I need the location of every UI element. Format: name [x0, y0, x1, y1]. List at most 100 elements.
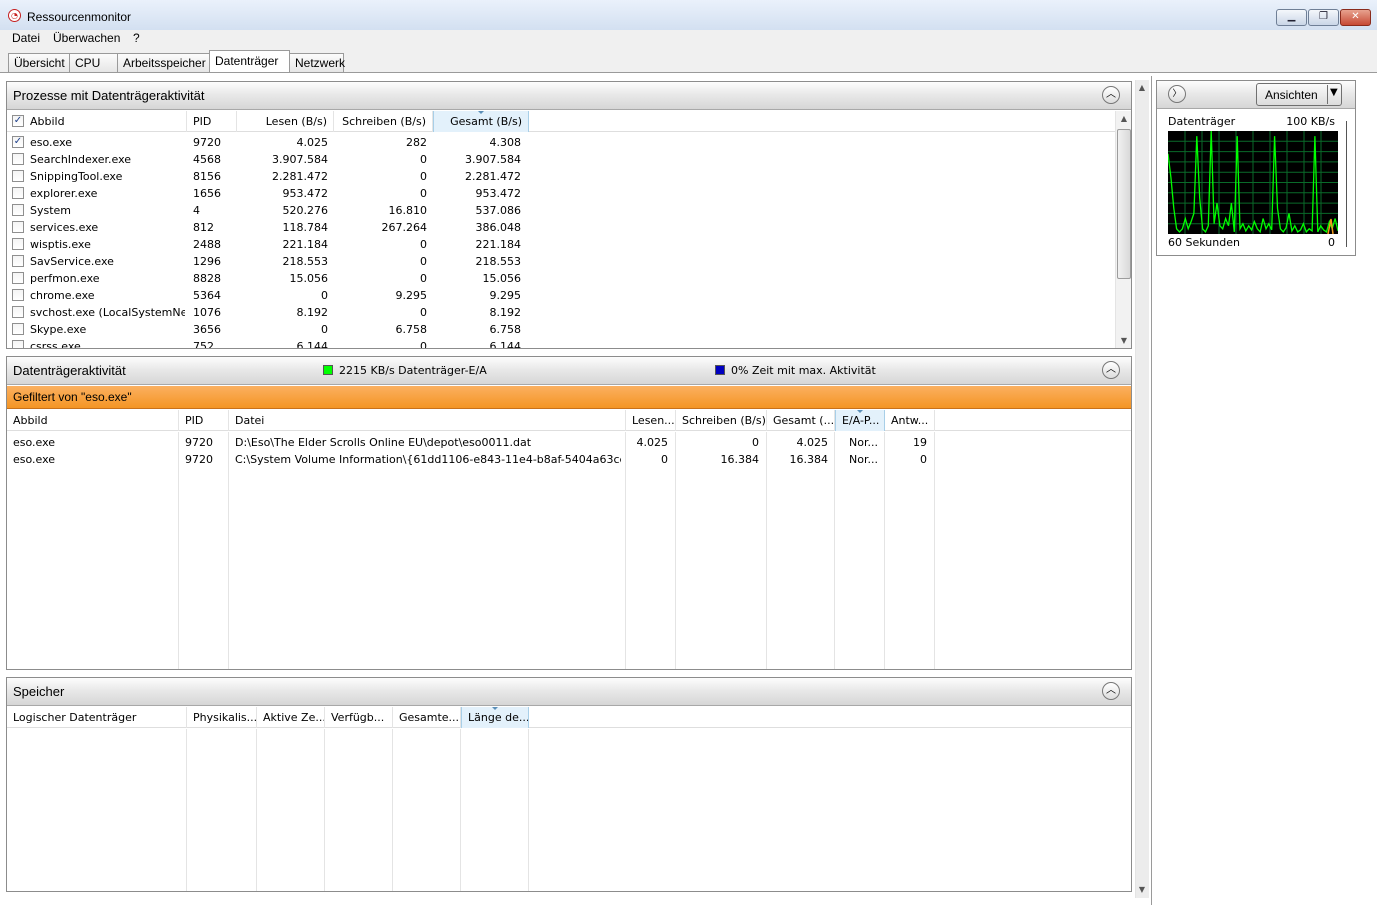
tab-network[interactable]: Netzwerk — [289, 53, 345, 72]
storage-panel: Speicher ︿ Logischer Datenträger Physika… — [6, 677, 1132, 892]
row-checkbox[interactable] — [12, 204, 24, 216]
table-row[interactable]: perfmon.exe 8828 15.056 0 15.056 — [7, 270, 1115, 287]
table-row[interactable]: svchost.exe (LocalSystemNet... 1076 8.192 0… — [7, 304, 1115, 321]
filter-bar[interactable]: Gefiltert von "eso.exe" — [7, 386, 1131, 409]
table-row[interactable]: csrss.exe 752 6.144 0 6.144 — [7, 338, 1115, 348]
table-row[interactable]: chrome.exe 5364 0 9.295 9.295 — [7, 287, 1115, 304]
col-pid[interactable]: PID — [179, 410, 229, 431]
row-checkbox[interactable] — [12, 340, 24, 348]
row-read: 0 — [321, 323, 328, 336]
col-total[interactable]: Gesamt (... — [767, 410, 835, 431]
menu-help[interactable]: ? — [133, 31, 140, 45]
row-read: 4.025 — [296, 136, 329, 149]
row-pid: 5364 — [193, 289, 221, 302]
row-checkbox[interactable] — [12, 306, 24, 318]
col-available[interactable]: Verfügb... — [325, 707, 393, 728]
storage-header[interactable]: Speicher ︿ — [7, 678, 1131, 706]
col-total[interactable]: Gesamte... — [393, 707, 461, 728]
tab-overview[interactable]: Übersicht — [8, 53, 70, 72]
maximize-button[interactable]: ❐ — [1308, 9, 1339, 26]
table-row[interactable]: SearchIndexer.exe 4568 3.907.584 0 3.907.584 — [7, 151, 1115, 168]
graph-scale-line — [1346, 121, 1347, 247]
col-image[interactable]: ✓ Abbild — [7, 111, 187, 132]
row-checkbox[interactable] — [12, 255, 24, 267]
select-all-checkbox[interactable]: ✓ — [12, 115, 24, 127]
menu-monitor[interactable]: Überwachen — [53, 31, 120, 45]
tab-disk[interactable]: Datenträger — [209, 50, 290, 73]
processes-panel: Prozesse mit Datenträgeraktivität ︿ ✓ Ab… — [6, 81, 1132, 349]
activity-header[interactable]: Datenträgeraktivität 2215 KB/s Datenträg… — [7, 357, 1131, 385]
col-pid[interactable]: PID — [187, 111, 237, 132]
row-checkbox[interactable] — [12, 153, 24, 165]
row-checkbox[interactable] — [12, 289, 24, 301]
processes-title: Prozesse mit Datenträgeraktivität — [13, 88, 205, 103]
row-total: 9.295 — [489, 289, 522, 302]
table-row[interactable]: eso.exe 9720 D:\Eso\The Elder Scrolls Onli… — [7, 434, 1131, 451]
main-scrollbar[interactable]: ▲ ▼ — [1135, 80, 1149, 898]
col-physical-disk[interactable]: Physikalis... — [187, 707, 257, 728]
table-row[interactable]: explorer.exe 1656 953.472 0 953.472 — [7, 185, 1115, 202]
table-row[interactable]: SnippingTool.exe 8156 2.281.472 0 2.281.472 — [7, 168, 1115, 185]
close-button[interactable]: ✕ — [1340, 9, 1371, 26]
row-total: 218.553 — [475, 255, 522, 268]
col-read[interactable]: Lesen (B/s) — [237, 111, 334, 132]
col-queue-length[interactable]: Länge de... — [461, 707, 529, 728]
scroll-up-icon[interactable]: ▲ — [1116, 114, 1131, 123]
table-row[interactable]: services.exe 812 118.784 267.264 386.048 — [7, 219, 1115, 236]
row-pid: 9720 — [185, 453, 213, 466]
tab-cpu[interactable]: CPU — [69, 53, 118, 72]
activity-column-header: Abbild PID Datei Lesen... Schreiben (B/s… — [7, 410, 1131, 431]
table-row[interactable]: ✓ eso.exe 9720 4.025 282 4.308 — [7, 134, 1115, 151]
table-row[interactable]: System 4 520.276 16.810 537.086 — [7, 202, 1115, 219]
scroll-up-icon[interactable]: ▲ — [1135, 83, 1149, 92]
table-row[interactable]: SavService.exe 1296 218.553 0 218.553 — [7, 253, 1115, 270]
col-file[interactable]: Datei — [229, 410, 626, 431]
row-pid: 9720 — [193, 136, 221, 149]
row-checkbox[interactable] — [12, 323, 24, 335]
row-pid: 8828 — [193, 272, 221, 285]
col-active-time[interactable]: Aktive Ze... — [257, 707, 325, 728]
row-checkbox[interactable]: ✓ — [12, 136, 24, 148]
row-pid: 1296 — [193, 255, 221, 268]
row-total: 4.308 — [489, 136, 522, 149]
tab-memory[interactable]: Arbeitsspeicher — [117, 53, 210, 72]
minimize-button[interactable]: ▁ — [1276, 9, 1307, 26]
row-checkbox[interactable] — [12, 221, 24, 233]
scroll-thumb[interactable] — [1117, 129, 1131, 279]
chevron-down-icon[interactable]: ▼ — [1330, 87, 1338, 98]
row-pid: 4 — [193, 204, 200, 217]
row-checkbox[interactable] — [12, 187, 24, 199]
row-read: 218.553 — [282, 255, 329, 268]
col-logical-disk[interactable]: Logischer Datenträger — [7, 707, 187, 728]
max-activity-legend-swatch — [715, 365, 725, 375]
row-image: perfmon.exe — [30, 272, 100, 285]
row-checkbox[interactable] — [12, 238, 24, 250]
collapse-icon[interactable]: ︿ — [1102, 361, 1120, 379]
table-row[interactable]: wisptis.exe 2488 221.184 0 221.184 — [7, 236, 1115, 253]
col-total[interactable]: Gesamt (B/s) — [433, 111, 529, 132]
collapse-icon[interactable]: ︿ — [1102, 86, 1120, 104]
table-row[interactable]: eso.exe 9720 C:\System Volume Information\… — [7, 451, 1131, 468]
row-read: 6.144 — [296, 340, 329, 348]
views-dropdown[interactable]: Ansichten ▼ — [1256, 83, 1342, 106]
col-image[interactable]: Abbild — [7, 410, 179, 431]
processes-scrollbar[interactable]: ▲ ▼ — [1115, 111, 1131, 348]
menu-file[interactable]: Datei — [12, 31, 40, 45]
collapse-icon[interactable]: ︿ — [1102, 682, 1120, 700]
processes-header[interactable]: Prozesse mit Datenträgeraktivität ︿ — [7, 82, 1131, 110]
col-io-priority[interactable]: E/A-P... — [835, 410, 885, 431]
row-checkbox[interactable] — [12, 170, 24, 182]
row-checkbox[interactable] — [12, 272, 24, 284]
menu-bar — [0, 30, 1377, 47]
row-file: D:\Eso\The Elder Scrolls Online EU\depot… — [235, 436, 532, 449]
col-read[interactable]: Lesen... — [626, 410, 676, 431]
scroll-down-icon[interactable]: ▼ — [1135, 885, 1149, 894]
row-image: wisptis.exe — [30, 238, 91, 251]
col-write[interactable]: Schreiben (B/s) — [334, 111, 433, 132]
table-row[interactable]: Skype.exe 3656 0 6.758 6.758 — [7, 321, 1115, 338]
col-response-time[interactable]: Antw... — [885, 410, 935, 431]
row-image: chrome.exe — [30, 289, 95, 302]
expand-icon[interactable]: 〉 — [1168, 85, 1186, 103]
col-write[interactable]: Schreiben (B/s) — [676, 410, 767, 431]
scroll-down-icon[interactable]: ▼ — [1116, 336, 1131, 345]
